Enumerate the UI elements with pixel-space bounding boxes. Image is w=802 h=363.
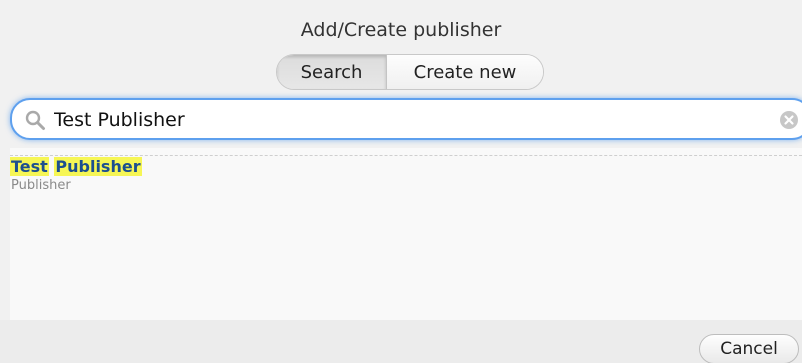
search-field bbox=[10, 98, 802, 140]
search-tab-label: Search bbox=[300, 61, 363, 83]
highlighted-term: Publisher bbox=[54, 157, 142, 176]
search-tab[interactable]: Search bbox=[277, 55, 387, 89]
dialog-footer: Cancel bbox=[0, 320, 802, 363]
cancel-button[interactable]: Cancel bbox=[699, 334, 799, 363]
highlighted-term: Test bbox=[10, 157, 49, 176]
mode-toggle: Search Create new bbox=[276, 54, 544, 90]
results-list: Test Publisher Publisher bbox=[10, 148, 802, 320]
result-title: Test Publisher bbox=[10, 156, 142, 178]
create-new-tab-label: Create new bbox=[413, 61, 517, 83]
dialog-title: Add/Create publisher bbox=[300, 19, 502, 41]
clear-icon[interactable] bbox=[779, 110, 799, 130]
search-icon bbox=[25, 110, 45, 130]
add-publisher-dialog: Add/Create publisher Search Create new T… bbox=[0, 0, 802, 363]
list-item[interactable]: Test Publisher Publisher bbox=[10, 156, 802, 208]
create-new-tab[interactable]: Create new bbox=[387, 55, 543, 89]
search-input[interactable] bbox=[54, 104, 754, 136]
result-subtitle: Publisher bbox=[11, 178, 71, 193]
